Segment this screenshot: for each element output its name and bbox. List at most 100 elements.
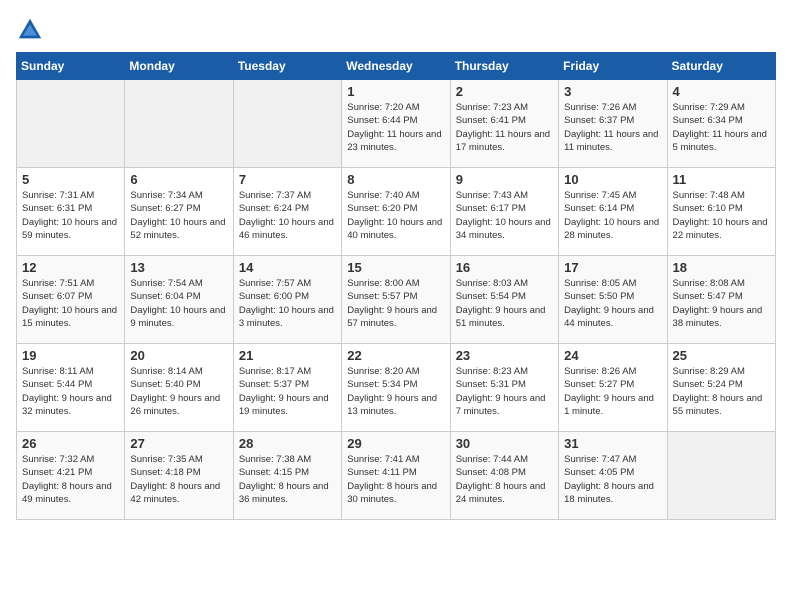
calendar-cell: 20 Sunrise: 8:14 AMSunset: 5:40 PMDaylig… <box>125 344 233 432</box>
cell-info: Sunrise: 7:29 AMSunset: 6:34 PMDaylight:… <box>673 101 770 154</box>
col-monday: Monday <box>125 53 233 80</box>
day-number: 25 <box>673 348 770 363</box>
cell-info: Sunrise: 7:32 AMSunset: 4:21 PMDaylight:… <box>22 453 119 506</box>
calendar-cell <box>17 80 125 168</box>
col-thursday: Thursday <box>450 53 558 80</box>
col-tuesday: Tuesday <box>233 53 341 80</box>
cell-info: Sunrise: 8:17 AMSunset: 5:37 PMDaylight:… <box>239 365 336 418</box>
cell-info: Sunrise: 7:51 AMSunset: 6:07 PMDaylight:… <box>22 277 119 330</box>
calendar-cell: 30 Sunrise: 7:44 AMSunset: 4:08 PMDaylig… <box>450 432 558 520</box>
calendar-cell: 10 Sunrise: 7:45 AMSunset: 6:14 PMDaylig… <box>559 168 667 256</box>
cell-info: Sunrise: 8:08 AMSunset: 5:47 PMDaylight:… <box>673 277 770 330</box>
cell-info: Sunrise: 8:20 AMSunset: 5:34 PMDaylight:… <box>347 365 444 418</box>
calendar-cell: 24 Sunrise: 8:26 AMSunset: 5:27 PMDaylig… <box>559 344 667 432</box>
day-number: 13 <box>130 260 227 275</box>
cell-info: Sunrise: 7:47 AMSunset: 4:05 PMDaylight:… <box>564 453 661 506</box>
calendar-week-4: 19 Sunrise: 8:11 AMSunset: 5:44 PMDaylig… <box>17 344 776 432</box>
col-friday: Friday <box>559 53 667 80</box>
day-number: 20 <box>130 348 227 363</box>
day-number: 1 <box>347 84 444 99</box>
calendar-cell: 9 Sunrise: 7:43 AMSunset: 6:17 PMDayligh… <box>450 168 558 256</box>
day-number: 21 <box>239 348 336 363</box>
cell-info: Sunrise: 8:14 AMSunset: 5:40 PMDaylight:… <box>130 365 227 418</box>
calendar-cell <box>125 80 233 168</box>
cell-info: Sunrise: 8:26 AMSunset: 5:27 PMDaylight:… <box>564 365 661 418</box>
calendar-cell: 5 Sunrise: 7:31 AMSunset: 6:31 PMDayligh… <box>17 168 125 256</box>
calendar-cell: 27 Sunrise: 7:35 AMSunset: 4:18 PMDaylig… <box>125 432 233 520</box>
calendar-cell: 8 Sunrise: 7:40 AMSunset: 6:20 PMDayligh… <box>342 168 450 256</box>
day-number: 14 <box>239 260 336 275</box>
cell-info: Sunrise: 7:23 AMSunset: 6:41 PMDaylight:… <box>456 101 553 154</box>
day-number: 11 <box>673 172 770 187</box>
calendar-cell: 1 Sunrise: 7:20 AMSunset: 6:44 PMDayligh… <box>342 80 450 168</box>
cell-info: Sunrise: 7:35 AMSunset: 4:18 PMDaylight:… <box>130 453 227 506</box>
cell-info: Sunrise: 7:20 AMSunset: 6:44 PMDaylight:… <box>347 101 444 154</box>
calendar-cell <box>667 432 775 520</box>
cell-info: Sunrise: 7:44 AMSunset: 4:08 PMDaylight:… <box>456 453 553 506</box>
cell-info: Sunrise: 7:40 AMSunset: 6:20 PMDaylight:… <box>347 189 444 242</box>
cell-info: Sunrise: 8:03 AMSunset: 5:54 PMDaylight:… <box>456 277 553 330</box>
day-number: 19 <box>22 348 119 363</box>
calendar-cell: 29 Sunrise: 7:41 AMSunset: 4:11 PMDaylig… <box>342 432 450 520</box>
calendar-cell: 19 Sunrise: 8:11 AMSunset: 5:44 PMDaylig… <box>17 344 125 432</box>
day-number: 6 <box>130 172 227 187</box>
day-number: 9 <box>456 172 553 187</box>
day-number: 17 <box>564 260 661 275</box>
day-number: 7 <box>239 172 336 187</box>
logo-icon <box>16 16 44 44</box>
day-number: 31 <box>564 436 661 451</box>
day-number: 28 <box>239 436 336 451</box>
calendar-cell: 21 Sunrise: 8:17 AMSunset: 5:37 PMDaylig… <box>233 344 341 432</box>
day-number: 2 <box>456 84 553 99</box>
calendar-cell: 25 Sunrise: 8:29 AMSunset: 5:24 PMDaylig… <box>667 344 775 432</box>
day-number: 12 <box>22 260 119 275</box>
cell-info: Sunrise: 8:29 AMSunset: 5:24 PMDaylight:… <box>673 365 770 418</box>
calendar-cell: 2 Sunrise: 7:23 AMSunset: 6:41 PMDayligh… <box>450 80 558 168</box>
calendar-week-2: 5 Sunrise: 7:31 AMSunset: 6:31 PMDayligh… <box>17 168 776 256</box>
calendar-cell: 4 Sunrise: 7:29 AMSunset: 6:34 PMDayligh… <box>667 80 775 168</box>
calendar-cell: 16 Sunrise: 8:03 AMSunset: 5:54 PMDaylig… <box>450 256 558 344</box>
day-number: 3 <box>564 84 661 99</box>
cell-info: Sunrise: 7:57 AMSunset: 6:00 PMDaylight:… <box>239 277 336 330</box>
calendar-cell: 14 Sunrise: 7:57 AMSunset: 6:00 PMDaylig… <box>233 256 341 344</box>
calendar-week-5: 26 Sunrise: 7:32 AMSunset: 4:21 PMDaylig… <box>17 432 776 520</box>
cell-info: Sunrise: 7:48 AMSunset: 6:10 PMDaylight:… <box>673 189 770 242</box>
cell-info: Sunrise: 7:37 AMSunset: 6:24 PMDaylight:… <box>239 189 336 242</box>
day-number: 15 <box>347 260 444 275</box>
calendar-week-3: 12 Sunrise: 7:51 AMSunset: 6:07 PMDaylig… <box>17 256 776 344</box>
day-number: 5 <box>22 172 119 187</box>
calendar-body: 1 Sunrise: 7:20 AMSunset: 6:44 PMDayligh… <box>17 80 776 520</box>
cell-info: Sunrise: 7:45 AMSunset: 6:14 PMDaylight:… <box>564 189 661 242</box>
day-number: 18 <box>673 260 770 275</box>
header-row: Sunday Monday Tuesday Wednesday Thursday… <box>17 53 776 80</box>
cell-info: Sunrise: 7:54 AMSunset: 6:04 PMDaylight:… <box>130 277 227 330</box>
calendar-cell: 12 Sunrise: 7:51 AMSunset: 6:07 PMDaylig… <box>17 256 125 344</box>
calendar-cell: 7 Sunrise: 7:37 AMSunset: 6:24 PMDayligh… <box>233 168 341 256</box>
calendar-cell: 17 Sunrise: 8:05 AMSunset: 5:50 PMDaylig… <box>559 256 667 344</box>
calendar-cell: 22 Sunrise: 8:20 AMSunset: 5:34 PMDaylig… <box>342 344 450 432</box>
day-number: 4 <box>673 84 770 99</box>
calendar-cell: 13 Sunrise: 7:54 AMSunset: 6:04 PMDaylig… <box>125 256 233 344</box>
day-number: 26 <box>22 436 119 451</box>
cell-info: Sunrise: 8:23 AMSunset: 5:31 PMDaylight:… <box>456 365 553 418</box>
day-number: 8 <box>347 172 444 187</box>
day-number: 24 <box>564 348 661 363</box>
calendar-table: Sunday Monday Tuesday Wednesday Thursday… <box>16 52 776 520</box>
day-number: 29 <box>347 436 444 451</box>
calendar-cell: 6 Sunrise: 7:34 AMSunset: 6:27 PMDayligh… <box>125 168 233 256</box>
cell-info: Sunrise: 8:11 AMSunset: 5:44 PMDaylight:… <box>22 365 119 418</box>
calendar-cell: 11 Sunrise: 7:48 AMSunset: 6:10 PMDaylig… <box>667 168 775 256</box>
calendar-cell: 3 Sunrise: 7:26 AMSunset: 6:37 PMDayligh… <box>559 80 667 168</box>
calendar-cell: 15 Sunrise: 8:00 AMSunset: 5:57 PMDaylig… <box>342 256 450 344</box>
cell-info: Sunrise: 8:00 AMSunset: 5:57 PMDaylight:… <box>347 277 444 330</box>
calendar-cell: 26 Sunrise: 7:32 AMSunset: 4:21 PMDaylig… <box>17 432 125 520</box>
day-number: 23 <box>456 348 553 363</box>
cell-info: Sunrise: 7:34 AMSunset: 6:27 PMDaylight:… <box>130 189 227 242</box>
calendar-header: Sunday Monday Tuesday Wednesday Thursday… <box>17 53 776 80</box>
day-number: 22 <box>347 348 444 363</box>
calendar-cell: 18 Sunrise: 8:08 AMSunset: 5:47 PMDaylig… <box>667 256 775 344</box>
logo <box>16 16 48 44</box>
day-number: 16 <box>456 260 553 275</box>
cell-info: Sunrise: 7:41 AMSunset: 4:11 PMDaylight:… <box>347 453 444 506</box>
col-wednesday: Wednesday <box>342 53 450 80</box>
